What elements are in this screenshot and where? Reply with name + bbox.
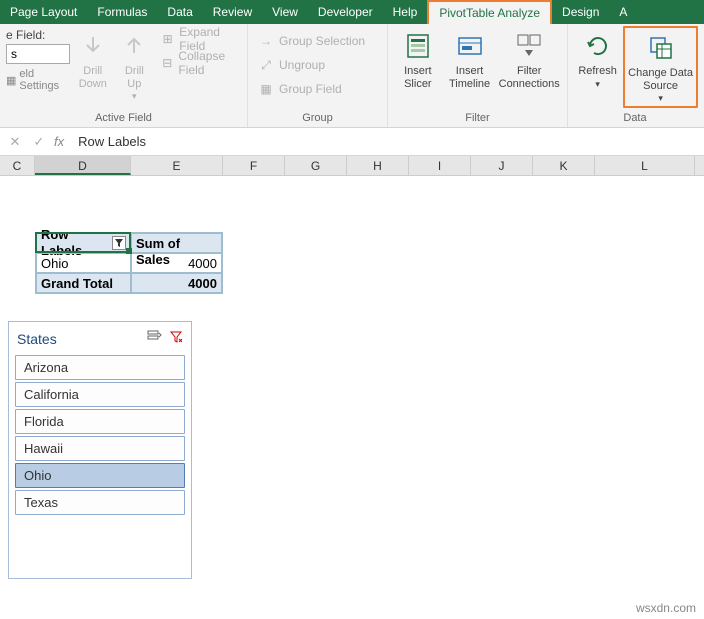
chevron-down-icon: ▾ xyxy=(132,91,137,101)
formula-input[interactable] xyxy=(70,131,698,153)
group-filter: Insert Slicer Insert Timeline Filter Con… xyxy=(388,24,568,127)
col-header-h[interactable]: H xyxy=(347,156,409,175)
insert-slicer-button[interactable]: Insert Slicer xyxy=(392,26,444,108)
drill-down-button[interactable]: Drill Down xyxy=(72,26,114,108)
pivot-header-sum-sales[interactable]: Sum of Sales xyxy=(131,233,222,253)
change-data-source-button[interactable]: Change Data Source ▾ xyxy=(623,26,698,108)
group-active-field: e Field: ▦ eld Settings Drill Down Drill… xyxy=(0,24,248,127)
pivot-grand-total-value[interactable]: 4000 xyxy=(131,273,222,293)
slicer-item-ohio[interactable]: Ohio xyxy=(15,463,185,488)
drill-down-icon xyxy=(77,30,109,62)
group-selection-button[interactable]: → Group Selection xyxy=(254,30,369,52)
tab-review[interactable]: Review xyxy=(203,0,262,24)
filter-connections-button[interactable]: Filter Connections xyxy=(495,26,563,108)
active-field-input[interactable] xyxy=(6,44,70,64)
group-data: Refresh ▾ Change Data Source ▾ Data xyxy=(568,24,702,127)
pivot-cell-value[interactable]: 4000 xyxy=(131,253,222,273)
pivot-row: Ohio 4000 xyxy=(36,253,222,273)
expand-field-button[interactable]: ⊞ Expand Field xyxy=(157,28,241,50)
pivot-cell-label[interactable]: Ohio xyxy=(36,253,131,273)
col-header-f[interactable]: F xyxy=(223,156,285,175)
collapse-field-button[interactable]: ⊟ Collapse Field xyxy=(157,52,241,74)
group-group: → Group Selection ⤢ Ungroup ▦ Group Fiel… xyxy=(248,24,388,127)
pivot-table: Row Labels Sum of Sales Ohio 4000 Grand … xyxy=(35,232,223,294)
ungroup-button[interactable]: ⤢ Ungroup xyxy=(254,54,369,76)
chevron-down-icon: ▾ xyxy=(595,79,600,89)
col-header-k[interactable]: K xyxy=(533,156,595,175)
multi-select-icon[interactable] xyxy=(147,330,163,347)
change-data-source-icon xyxy=(645,32,677,64)
watermark: wsxdn.com xyxy=(636,601,696,615)
col-header-c[interactable]: C xyxy=(0,156,35,175)
clear-filter-icon[interactable] xyxy=(169,330,183,347)
slicer-item-arizona[interactable]: Arizona xyxy=(15,355,185,380)
slicer-item-texas[interactable]: Texas xyxy=(15,490,185,515)
filter-dropdown-icon[interactable] xyxy=(112,236,126,250)
tab-pivottable-analyze[interactable]: PivotTable Analyze xyxy=(427,0,552,24)
ungroup-icon: ⤢ xyxy=(258,57,274,73)
expand-icon: ⊞ xyxy=(161,31,174,47)
slicer-item-hawaii[interactable]: Hawaii xyxy=(15,436,185,461)
field-settings-button[interactable]: ▦ eld Settings xyxy=(6,68,70,92)
chevron-down-icon: ▾ xyxy=(658,93,663,103)
group-selection-icon: → xyxy=(258,33,274,49)
slicer-item-california[interactable]: California xyxy=(15,382,185,407)
timeline-icon xyxy=(454,30,486,62)
group-field-icon: ▦ xyxy=(258,81,274,97)
fx-button[interactable]: fx xyxy=(54,134,64,149)
col-header-d[interactable]: D xyxy=(35,156,131,175)
column-headers: C D E F G H I J K L xyxy=(0,156,704,176)
ribbon-tabs: Page Layout Formulas Data Review View De… xyxy=(0,0,704,24)
tab-developer[interactable]: Developer xyxy=(308,0,383,24)
slicer-header: States xyxy=(13,326,187,353)
col-header-g[interactable]: G xyxy=(285,156,347,175)
tab-design[interactable]: Design xyxy=(552,0,609,24)
drill-up-button[interactable]: Drill Up ▾ xyxy=(114,26,156,108)
tab-data[interactable]: Data xyxy=(157,0,202,24)
cancel-icon[interactable]: ✕ xyxy=(6,134,24,150)
collapse-icon: ⊟ xyxy=(161,55,173,71)
group-label-data: Data xyxy=(572,110,698,127)
pivot-header-row-labels[interactable]: Row Labels xyxy=(36,233,131,253)
ribbon: e Field: ▦ eld Settings Drill Down Drill… xyxy=(0,24,704,128)
group-label-active-field: Active Field xyxy=(4,110,243,127)
formula-bar: ✕ ✓ fx xyxy=(0,128,704,156)
slicer-states[interactable]: States Arizona California Florida Hawaii… xyxy=(8,321,192,579)
slicer-item-florida[interactable]: Florida xyxy=(15,409,185,434)
col-header-l[interactable]: L xyxy=(595,156,695,175)
worksheet[interactable]: Row Labels Sum of Sales Ohio 4000 Grand … xyxy=(0,176,704,619)
col-header-j[interactable]: J xyxy=(471,156,533,175)
refresh-button[interactable]: Refresh ▾ xyxy=(572,26,623,108)
group-field-button[interactable]: ▦ Group Field xyxy=(254,78,369,100)
filter-connections-icon xyxy=(513,30,545,62)
col-header-i[interactable]: I xyxy=(409,156,471,175)
active-field-box: e Field: ▦ eld Settings xyxy=(4,26,72,94)
pivot-grand-total-label[interactable]: Grand Total xyxy=(36,273,131,293)
tab-formulas[interactable]: Formulas xyxy=(87,0,157,24)
tab-more[interactable]: A xyxy=(609,0,637,24)
drill-up-icon xyxy=(118,30,150,62)
slicer-icon xyxy=(402,30,434,62)
group-label-group: Group xyxy=(252,110,383,127)
tab-help[interactable]: Help xyxy=(383,0,428,24)
insert-timeline-button[interactable]: Insert Timeline xyxy=(444,26,496,108)
tab-view[interactable]: View xyxy=(262,0,308,24)
group-label-filter: Filter xyxy=(392,110,563,127)
col-header-e[interactable]: E xyxy=(131,156,223,175)
enter-icon[interactable]: ✓ xyxy=(30,134,48,150)
tab-page-layout[interactable]: Page Layout xyxy=(0,0,87,24)
slicer-title: States xyxy=(17,331,57,347)
refresh-icon xyxy=(582,30,614,62)
active-field-label: e Field: xyxy=(6,28,70,42)
field-settings-icon: ▦ xyxy=(6,74,16,87)
